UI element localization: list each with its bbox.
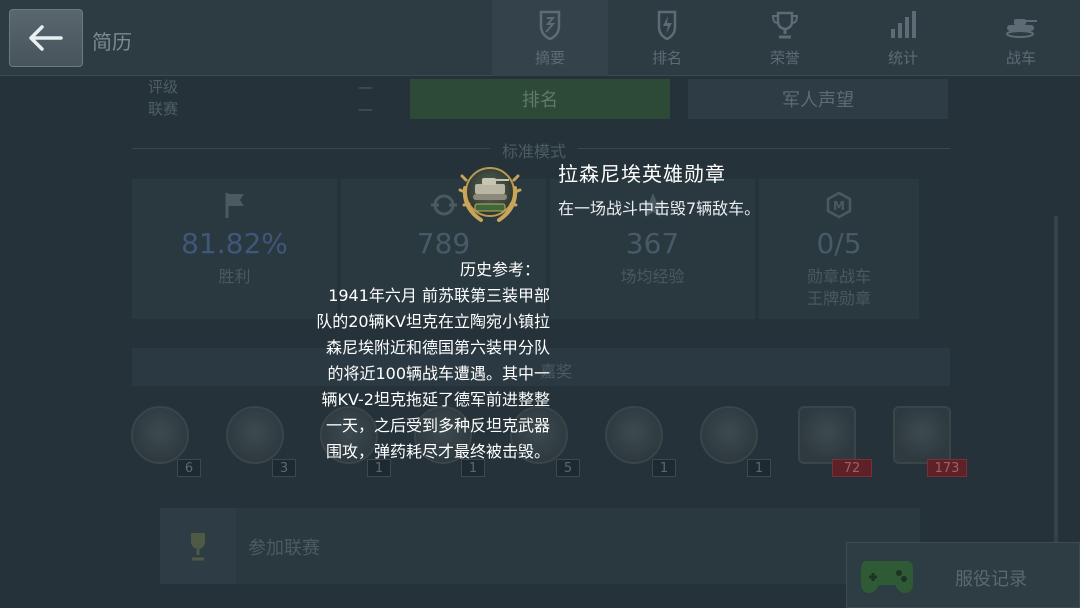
tank-award-icon[interactable] [893,406,951,464]
medal-icon[interactable] [700,406,758,464]
laurel-medal-icon [458,167,522,222]
shield-icon [539,10,561,40]
medal-count: 1 [747,459,771,477]
tab-label: 荣誉 [769,48,800,67]
league-panel[interactable]: 参加联赛 [160,508,920,584]
tab-label: 战车 [1005,48,1036,67]
history-title: 历史参考： [459,260,540,279]
stat-label: 场均经验 [620,267,685,286]
page-title: 简历 [92,30,132,54]
medal-count: 5 [556,459,580,477]
target-icon [429,191,459,219]
service-record-label: 服役记录 [955,569,1027,590]
arrow-left-icon [29,25,63,51]
league-row-label: 联赛 [148,100,179,118]
stat-label: 胜利 [218,267,251,286]
medal-count: 173 [927,459,967,477]
stat-label-line: 王牌勋章 [806,289,871,308]
profile-row-labels: 评级 联赛 [148,76,178,120]
tab-summary[interactable]: 摘要 [492,0,608,76]
rank-badge-icon [657,10,677,40]
bar-chart-icon [891,10,916,38]
league-label: 参加联赛 [248,538,320,559]
svg-text:M: M [833,199,845,213]
trophy-icon [160,508,236,584]
rating-label: 评级 [148,78,179,96]
tab-ranking[interactable]: 排名 [608,0,726,76]
tab-honors[interactable]: 荣誉 [726,0,844,76]
tab-label: 统计 [887,48,918,67]
history-line: 森尼埃附近和德国第六装甲分队 [325,338,550,357]
gamepad-icon [861,561,913,593]
league-row-value: — [358,100,373,118]
stat-label-line: 勋章战车 [806,267,871,286]
stat-value: 367 [625,227,680,260]
medal-icon[interactable] [131,406,189,464]
stat-card-mastery: M 0/5 勋章战车 王牌勋章 [759,179,919,319]
medal-count: 6 [177,459,201,477]
medal-count: 72 [832,459,872,477]
rating-value: — [358,78,373,96]
history-line: 队的20辆KV坦克在立陶宛小镇拉 [316,312,550,331]
scrollbar[interactable] [1054,216,1058,546]
trophy-icon [771,11,799,38]
tooltip-history: 历史参考： 1941年六月 前苏联第三装甲部 队的20辆KV坦克在立陶宛小镇拉 … [260,257,550,465]
history-line: 1941年六月 前苏联第三装甲部 [328,286,550,305]
medal-icon[interactable] [605,406,663,464]
flag-icon [222,191,248,219]
tab-label: 摘要 [534,48,565,67]
rank-button[interactable]: 排名 [410,79,670,119]
tank-award-icon[interactable] [798,406,856,464]
history-line: 一天，之后受到多种反坦克武器 [325,416,550,435]
history-line: 的将近100辆战车遭遇。其中一 [327,364,550,383]
tab-label: 排名 [651,48,682,67]
profile-tabs: 摘要 排名 荣誉 统计 战车 [492,0,1080,76]
profile-row-values: — — [358,76,373,120]
top-bar: 简历 摘要 排名 荣誉 统计 战车 [0,0,1080,76]
history-line: 围攻，弹药耗尽才最终被击毁。 [325,442,550,461]
tank-icon [1006,18,1037,38]
stat-value: 0/5 [816,227,862,260]
history-line: 辆KV-2坦克拖延了德军前进整整 [321,390,550,409]
mastery-icon: M [825,191,853,219]
tooltip-title: 拉森尼埃英雄勋章 [558,162,726,186]
tooltip-description: 在一场战斗中击毁7辆敌车。 [558,199,761,218]
service-record-button[interactable]: 服役记录 [846,542,1080,608]
stat-label: 勋章战车 王牌勋章 [807,266,871,310]
tab-statistics[interactable]: 统计 [844,0,962,76]
reputation-button[interactable]: 军人声望 [688,79,948,119]
medal-count: 1 [652,459,676,477]
stat-value: 789 [416,227,471,260]
back-button[interactable] [9,9,83,67]
tab-vehicles[interactable]: 战车 [962,0,1080,76]
stat-value: 81.82% [181,227,288,260]
